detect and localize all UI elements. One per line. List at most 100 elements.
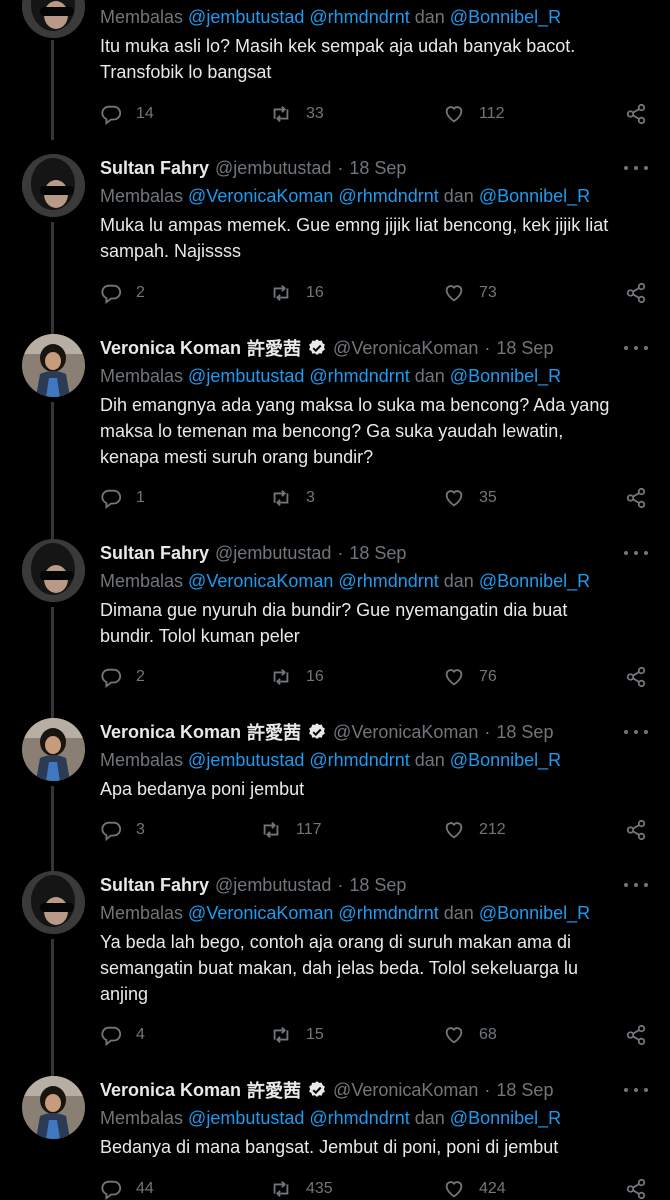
author-name[interactable]: Veronica Koman xyxy=(100,722,241,743)
tweet[interactable]: Veronica Koman 許愛茜 @VeronicaKoman · 18 S… xyxy=(0,714,670,874)
share-button[interactable] xyxy=(625,1175,647,1200)
avatar[interactable] xyxy=(22,718,85,781)
avatar[interactable] xyxy=(22,154,85,217)
retweet-count: 15 xyxy=(306,1026,324,1043)
share-button[interactable] xyxy=(625,100,647,128)
tweet-time[interactable]: 18 Sep xyxy=(349,158,406,179)
more-options-icon[interactable] xyxy=(624,158,648,178)
more-options-icon[interactable] xyxy=(624,875,648,895)
avatar[interactable] xyxy=(22,0,85,38)
separator-dot: · xyxy=(484,337,491,358)
share-button[interactable] xyxy=(625,484,647,512)
tweet-time[interactable]: 18 Sep xyxy=(349,543,406,564)
share-button[interactable] xyxy=(625,663,647,691)
mention-link[interactable]: @rhmdndrnt xyxy=(309,366,409,386)
author-handle[interactable]: @jembutustad xyxy=(215,158,331,179)
like-button[interactable]: 424 xyxy=(443,1175,506,1200)
like-button[interactable]: 68 xyxy=(443,1021,497,1049)
author-name[interactable]: Sultan Fahry xyxy=(100,875,209,896)
mention-link[interactable]: @rhmdndrnt xyxy=(338,571,438,591)
mention-link[interactable]: @VeronicaKoman xyxy=(188,571,333,591)
like-button[interactable]: 35 xyxy=(443,484,497,512)
tweet[interactable]: Veronica Koman 許愛茜 @VeronicaKoman · 18 S… xyxy=(0,330,670,540)
more-options-icon[interactable] xyxy=(624,722,648,742)
replying-prefix: Membalas xyxy=(100,186,184,206)
author-name[interactable]: Veronica Koman xyxy=(100,1080,241,1101)
mention-link[interactable]: @rhmdndrnt xyxy=(309,750,409,770)
mention-link[interactable]: @jembutustad xyxy=(188,7,304,27)
mention-link[interactable]: @jembutustad xyxy=(188,366,304,386)
reply-button[interactable]: 1 xyxy=(100,484,145,512)
retweet-icon xyxy=(263,822,279,838)
mention-link[interactable]: @jembutustad xyxy=(188,1108,304,1128)
retweet-button[interactable]: 16 xyxy=(270,663,324,691)
tweet[interactable]: Sultan Fahry @jembutustad · 18 Sep Memba… xyxy=(0,867,670,1079)
reply-button[interactable]: 44 xyxy=(100,1175,154,1200)
retweet-button[interactable]: 15 xyxy=(270,1021,324,1049)
author-handle[interactable]: @VeronicaKoman xyxy=(333,338,478,359)
mention-link[interactable]: @Bonnibel_R xyxy=(450,7,561,27)
author-name[interactable]: Sultan Fahry xyxy=(100,543,209,564)
retweet-button[interactable]: 117 xyxy=(260,816,322,844)
reply-button[interactable]: 4 xyxy=(100,1021,145,1049)
reply-button[interactable]: 3 xyxy=(100,816,145,844)
avatar[interactable] xyxy=(22,334,85,397)
author-name[interactable]: Sultan Fahry xyxy=(100,158,209,179)
retweet-button[interactable]: 3 xyxy=(270,484,315,512)
mention-link[interactable]: @Bonnibel_R xyxy=(450,750,561,770)
author-name[interactable]: Veronica Koman xyxy=(100,338,241,359)
heart-icon xyxy=(445,822,463,839)
avatar-image xyxy=(22,718,85,781)
mention-link[interactable]: @rhmdndrnt xyxy=(309,7,409,27)
share-button[interactable] xyxy=(625,279,647,307)
tweet-time[interactable]: 18 Sep xyxy=(496,338,553,359)
verified-badge-icon xyxy=(309,339,325,355)
mention-link[interactable]: @Bonnibel_R xyxy=(450,366,561,386)
mention-link[interactable]: @rhmdndrnt xyxy=(338,903,438,923)
tweet[interactable]: Veronica Koman 許愛茜 @VeronicaKoman · 18 S… xyxy=(0,1072,670,1200)
retweet-button[interactable]: 16 xyxy=(270,279,324,307)
avatar[interactable] xyxy=(22,539,85,602)
author-handle[interactable]: @VeronicaKoman xyxy=(333,1080,478,1101)
mention-link[interactable]: @rhmdndrnt xyxy=(309,1108,409,1128)
mention-link[interactable]: @Bonnibel_R xyxy=(479,903,590,923)
share-icon xyxy=(626,103,646,125)
mention-link[interactable]: @jembutustad xyxy=(188,750,304,770)
tweet[interactable]: Membalas @jembutustad @rhmdndrnt dan @Bo… xyxy=(0,0,670,140)
share-button[interactable] xyxy=(625,816,647,844)
reply-button[interactable]: 2 xyxy=(100,279,145,307)
separator-dot: · xyxy=(337,157,344,178)
like-count: 212 xyxy=(479,821,506,838)
mention-link[interactable]: @VeronicaKoman xyxy=(188,903,333,923)
tweet-time[interactable]: 18 Sep xyxy=(349,875,406,896)
avatar[interactable] xyxy=(22,1076,85,1139)
retweet-count: 3 xyxy=(306,489,315,506)
replying-to: Membalas @VeronicaKoman @rhmdndrnt dan @… xyxy=(100,183,590,209)
tweet[interactable]: Sultan Fahry @jembutustad · 18 Sep Memba… xyxy=(0,150,670,340)
like-button[interactable]: 73 xyxy=(443,279,497,307)
like-button[interactable]: 112 xyxy=(443,100,505,128)
author-handle[interactable]: @jembutustad xyxy=(215,543,331,564)
mention-link[interactable]: @rhmdndrnt xyxy=(338,186,438,206)
mention-link[interactable]: @Bonnibel_R xyxy=(479,571,590,591)
mention-link[interactable]: @Bonnibel_R xyxy=(450,1108,561,1128)
like-button[interactable]: 76 xyxy=(443,663,497,691)
like-button[interactable]: 212 xyxy=(443,816,506,844)
reply-button[interactable]: 2 xyxy=(100,663,145,691)
author-handle[interactable]: @jembutustad xyxy=(215,875,331,896)
mention-link[interactable]: @Bonnibel_R xyxy=(479,186,590,206)
avatar[interactable] xyxy=(22,871,85,934)
tweet[interactable]: Sultan Fahry @jembutustad · 18 Sep Memba… xyxy=(0,535,670,720)
author-handle[interactable]: @VeronicaKoman xyxy=(333,722,478,743)
tweet-time[interactable]: 18 Sep xyxy=(496,1080,553,1101)
share-button[interactable] xyxy=(625,1021,647,1049)
heart-icon xyxy=(445,1181,463,1198)
retweet-button[interactable]: 33 xyxy=(270,100,324,128)
more-options-icon[interactable] xyxy=(624,338,648,358)
more-options-icon[interactable] xyxy=(624,1080,648,1100)
reply-button[interactable]: 14 xyxy=(100,100,154,128)
mention-link[interactable]: @VeronicaKoman xyxy=(188,186,333,206)
more-options-icon[interactable] xyxy=(624,543,648,563)
tweet-time[interactable]: 18 Sep xyxy=(496,722,553,743)
retweet-button[interactable]: 435 xyxy=(270,1175,333,1200)
